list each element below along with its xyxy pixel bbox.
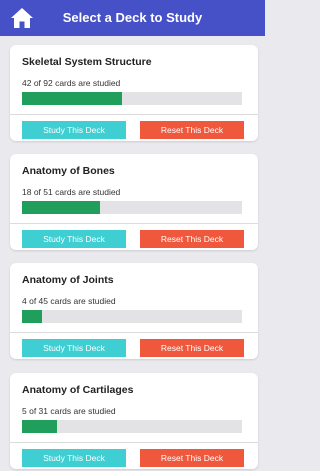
deck-title: Anatomy of Cartilages [22,384,134,396]
deck-card: Anatomy of Bones 18 of 51 cards are stud… [10,154,258,250]
reset-deck-button[interactable]: Reset This Deck [140,449,244,467]
divider [10,223,258,224]
deck-status: 5 of 31 cards are studied [22,406,116,416]
progress-fill [22,201,100,214]
page-title: Select a Deck to Study [62,10,203,25]
study-deck-button[interactable]: Study This Deck [22,449,126,467]
reset-deck-button[interactable]: Reset This Deck [140,230,244,248]
deck-card: Anatomy of Joints 4 of 45 cards are stud… [10,263,258,359]
progress-bar [22,92,242,105]
progress-fill [22,92,123,105]
deck-status: 4 of 45 cards are studied [22,296,116,306]
progress-fill [22,310,42,323]
deck-title: Skeletal System Structure [22,56,152,68]
deck-card: Anatomy of Cartilages 5 of 31 cards are … [10,373,258,469]
progress-bar [22,201,242,214]
study-deck-button[interactable]: Study This Deck [22,339,126,357]
progress-bar [22,420,242,433]
study-deck-button[interactable]: Study This Deck [22,230,126,248]
study-deck-button[interactable]: Study This Deck [22,121,126,139]
app-header: Select a Deck to Study [0,0,265,36]
progress-fill [22,420,58,433]
reset-deck-button[interactable]: Reset This Deck [140,121,244,139]
deck-status: 18 of 51 cards are studied [22,187,121,197]
deck-title: Anatomy of Joints [22,274,114,286]
divider [10,442,258,443]
reset-deck-button[interactable]: Reset This Deck [140,339,244,357]
deck-status: 42 of 92 cards are studied [22,78,121,88]
deck-title: Anatomy of Bones [22,165,115,177]
divider [10,332,258,333]
progress-bar [22,310,242,323]
deck-card: Skeletal System Structure 42 of 92 cards… [10,45,258,141]
divider [10,114,258,115]
